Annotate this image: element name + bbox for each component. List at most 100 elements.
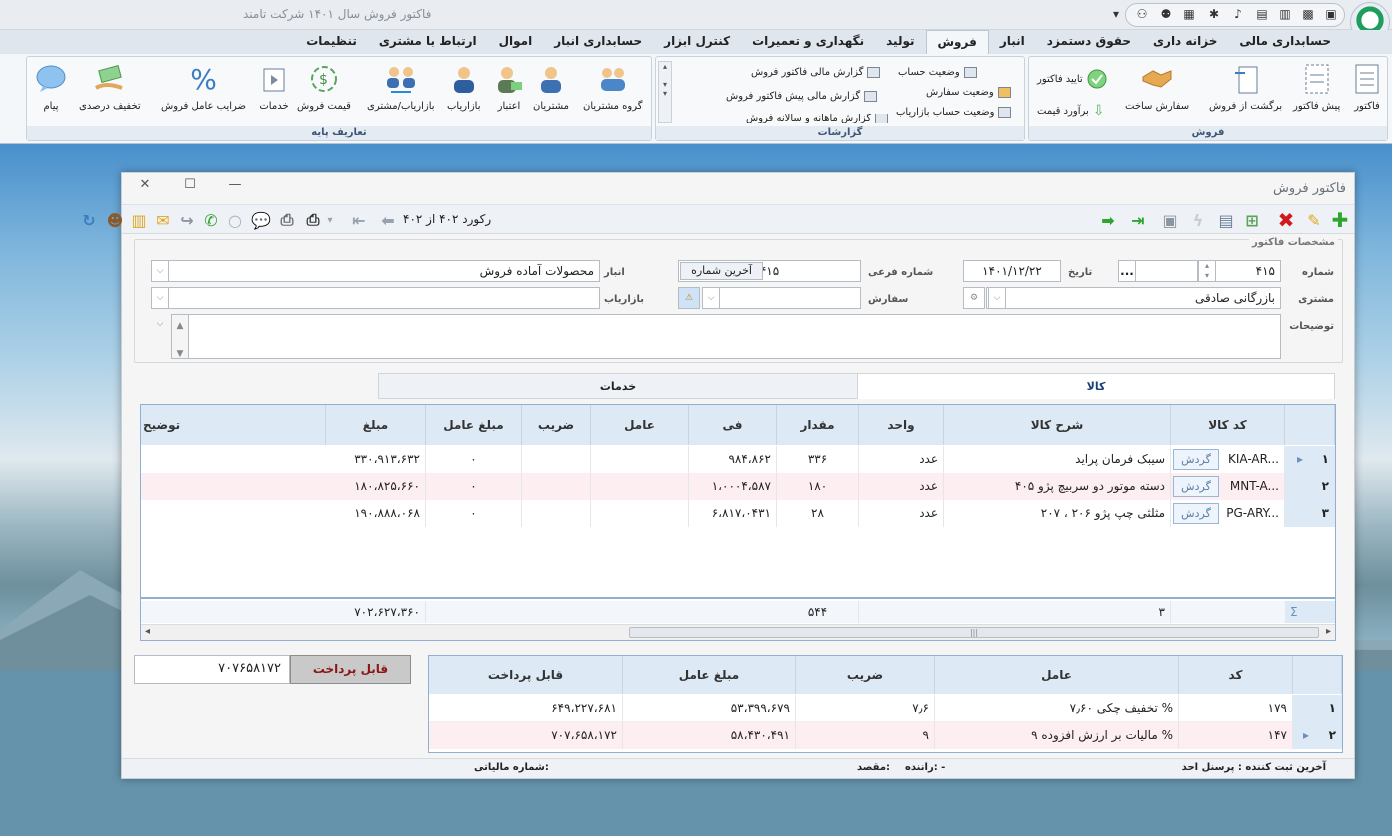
percent-discount-button[interactable]: تخفیف درصدی: [79, 61, 141, 112]
marketer-select[interactable]: [151, 287, 600, 309]
tab-crm[interactable]: ارتباط با مشتری: [368, 30, 488, 54]
warehouse-dropdown-icon[interactable]: ⌵: [151, 260, 169, 282]
col-amount[interactable]: مبلغ: [326, 405, 426, 445]
col-coef[interactable]: ضریب: [522, 405, 591, 445]
col-notes[interactable]: توضیح: [141, 405, 326, 445]
sales-factor-coefficients-button[interactable]: % ضرایب عامل فروش: [161, 61, 246, 113]
description-scroll[interactable]: ▲ ▼: [171, 314, 189, 359]
proforma-button[interactable]: پیش فاکتور: [1293, 61, 1340, 112]
order-select[interactable]: [702, 287, 861, 309]
turnover-button[interactable]: گردش: [1173, 476, 1219, 497]
coupon-icon[interactable]: ✉: [153, 210, 173, 230]
customer-select[interactable]: بازرگانی صادقی: [986, 287, 1281, 309]
tab-production[interactable]: تولید: [875, 30, 925, 54]
col-item-desc[interactable]: شرح کالا: [944, 405, 1171, 445]
calendar-icon[interactable]: ▩: [1299, 5, 1317, 23]
customer-settings-icon[interactable]: ⚙: [963, 287, 985, 309]
table-row[interactable]: ۱ ۱۷۹ تخفیف چکی ۷٫۶۰ % ۷٫۶ ۵۳،۳۹۹،۶۷۹ ۶۴…: [429, 695, 1342, 722]
description-dropdown-icon[interactable]: ⌵: [151, 314, 169, 336]
print-preview-icon[interactable]: ⎙: [277, 210, 297, 230]
col-payable[interactable]: قابل پرداخت: [429, 656, 623, 694]
share-icon[interactable]: ↪: [177, 210, 197, 230]
marketer-customer-button[interactable]: بازاریاب/مشتری: [367, 61, 435, 112]
calc2-icon[interactable]: ▣: [1322, 5, 1340, 23]
turnover-button[interactable]: گردش: [1173, 503, 1219, 524]
sms-icon[interactable]: 💬: [251, 210, 271, 230]
message-button[interactable]: پیام: [35, 61, 67, 112]
order-lookup-icon[interactable]: ⚠: [678, 287, 700, 309]
sales-price-button[interactable]: $ قیمت فروش: [297, 61, 351, 112]
bell-icon[interactable]: ♪: [1229, 5, 1247, 23]
report-marketer-account[interactable]: وضعیت حساب بازاریاب: [896, 107, 1012, 118]
marketer-button[interactable]: بازاریاب: [447, 61, 481, 112]
table-row[interactable]: ۳ PG-ARY... گردش مثلثی چپ پژو ۲۰۶ ، ۲۰۷ …: [141, 500, 1335, 527]
tab-warehouse-accounting[interactable]: حسابداری انبار: [543, 30, 653, 54]
scroll-thumb[interactable]: |||: [629, 627, 1319, 638]
build-order-button[interactable]: سفارش ساخت: [1125, 61, 1189, 112]
add-row-icon[interactable]: ⊞: [1242, 210, 1262, 230]
col-factor-amount[interactable]: مبلغ عامل: [426, 405, 522, 445]
users-icon[interactable]: ⚇: [1133, 5, 1151, 23]
last-number-button[interactable]: آخرین شماره: [680, 262, 763, 280]
printer-icon[interactable]: ⎙: [303, 210, 323, 230]
report-order-status[interactable]: وضعیت سفارش: [926, 87, 1011, 98]
horizontal-scrollbar[interactable]: ◂ ||| ▸: [141, 624, 1335, 640]
tab-maintenance[interactable]: نگهداری و تعمیرات: [741, 30, 875, 54]
comment-icon[interactable]: ○: [225, 210, 245, 230]
whatsapp-icon[interactable]: ✆: [201, 210, 221, 230]
report-proforma-financial[interactable]: گزارش مالی پیش فاکتور فروش: [726, 91, 878, 102]
table-row[interactable]: ۱ ▸ KIA-AR... گردش سیبک فرمان پراید عدد …: [141, 446, 1335, 473]
col-coefficient[interactable]: ضریب: [796, 656, 935, 694]
tab-warehouse[interactable]: انبار: [989, 30, 1036, 54]
tab-goods[interactable]: کالا: [857, 373, 1335, 399]
col-item-code[interactable]: کد کالا: [1171, 405, 1285, 445]
tab-tool-control[interactable]: کنترل ابزار: [653, 30, 741, 54]
tab-payroll[interactable]: حقوق دستمزد: [1036, 30, 1142, 54]
tab-assets[interactable]: اموال: [488, 30, 544, 54]
table-row[interactable]: ۲ MNT-A... گردش دسته موتور دو سربیچ پژو …: [141, 473, 1335, 500]
next-record-icon[interactable]: ➡: [1098, 210, 1118, 230]
date-field[interactable]: ۱۴۰۱/۱۲/۲۲: [963, 260, 1061, 282]
save-icon[interactable]: ▣: [1160, 210, 1180, 230]
first-record-icon[interactable]: ⇤: [349, 210, 369, 230]
calculator-icon[interactable]: ▦: [1180, 5, 1198, 23]
col-factor-sum[interactable]: مبلغ عامل: [623, 656, 796, 694]
grid-icon[interactable]: ▤: [1216, 210, 1236, 230]
description-field[interactable]: [171, 314, 1281, 359]
bug-icon[interactable]: ✱: [1205, 5, 1223, 23]
sales-return-button[interactable]: برگشت از فروش: [1209, 61, 1282, 112]
col-code[interactable]: کد: [1179, 656, 1293, 694]
warehouse-select[interactable]: محصولات آماده فروش: [151, 260, 600, 282]
invoice-button[interactable]: فاکتور: [1351, 61, 1383, 112]
credit-button[interactable]: اعتبار: [493, 61, 525, 112]
qa-dropdown-icon[interactable]: ▾: [1107, 5, 1125, 23]
ellipsis-button[interactable]: ...: [1118, 260, 1136, 282]
approve-invoice-button[interactable]: تایید فاکتور: [1037, 69, 1107, 89]
col-price[interactable]: فی: [689, 405, 777, 445]
last-record-icon[interactable]: ⇥: [1128, 210, 1148, 230]
edit-icon[interactable]: ✎: [1304, 210, 1324, 230]
buildings-icon[interactable]: ▥: [129, 210, 149, 230]
report-invoice-financial[interactable]: گزارش مالی فاکتور فروش: [751, 67, 881, 78]
prev-record-icon[interactable]: ⬅: [378, 210, 398, 230]
tab-sales[interactable]: فروش: [925, 30, 989, 54]
tab-accounting[interactable]: حسابداری مالی: [1228, 30, 1342, 54]
payable-button[interactable]: قابل پرداخت: [290, 655, 411, 684]
col-factor-name[interactable]: عامل: [935, 656, 1179, 694]
report-account-status[interactable]: وضعیت حساب: [898, 67, 977, 78]
number-spinner[interactable]: ▴ ▾: [1198, 260, 1216, 282]
delete-icon[interactable]: ✖: [1276, 208, 1296, 232]
tab-services[interactable]: خدمات: [378, 373, 858, 399]
customer-groups-button[interactable]: گروه مشتریان: [583, 61, 643, 112]
col-unit[interactable]: واحد: [859, 405, 944, 445]
book-icon[interactable]: ▥: [1276, 5, 1294, 23]
note-icon[interactable]: ▤: [1253, 5, 1271, 23]
tab-settings[interactable]: تنظیمات: [295, 30, 368, 54]
table-row[interactable]: ۲ ▸ ۱۴۷ مالیات بر ارزش افزوده ۹ % ۹ ۵۸،۴…: [429, 722, 1342, 749]
maximize-icon[interactable]: ☐: [177, 177, 203, 197]
lightning-icon[interactable]: ϟ: [1188, 210, 1208, 230]
turnover-button[interactable]: گردش: [1173, 449, 1219, 470]
services-button[interactable]: خدمات: [258, 61, 290, 112]
customers-button[interactable]: مشتریان: [533, 61, 569, 112]
col-factor[interactable]: عامل: [591, 405, 689, 445]
